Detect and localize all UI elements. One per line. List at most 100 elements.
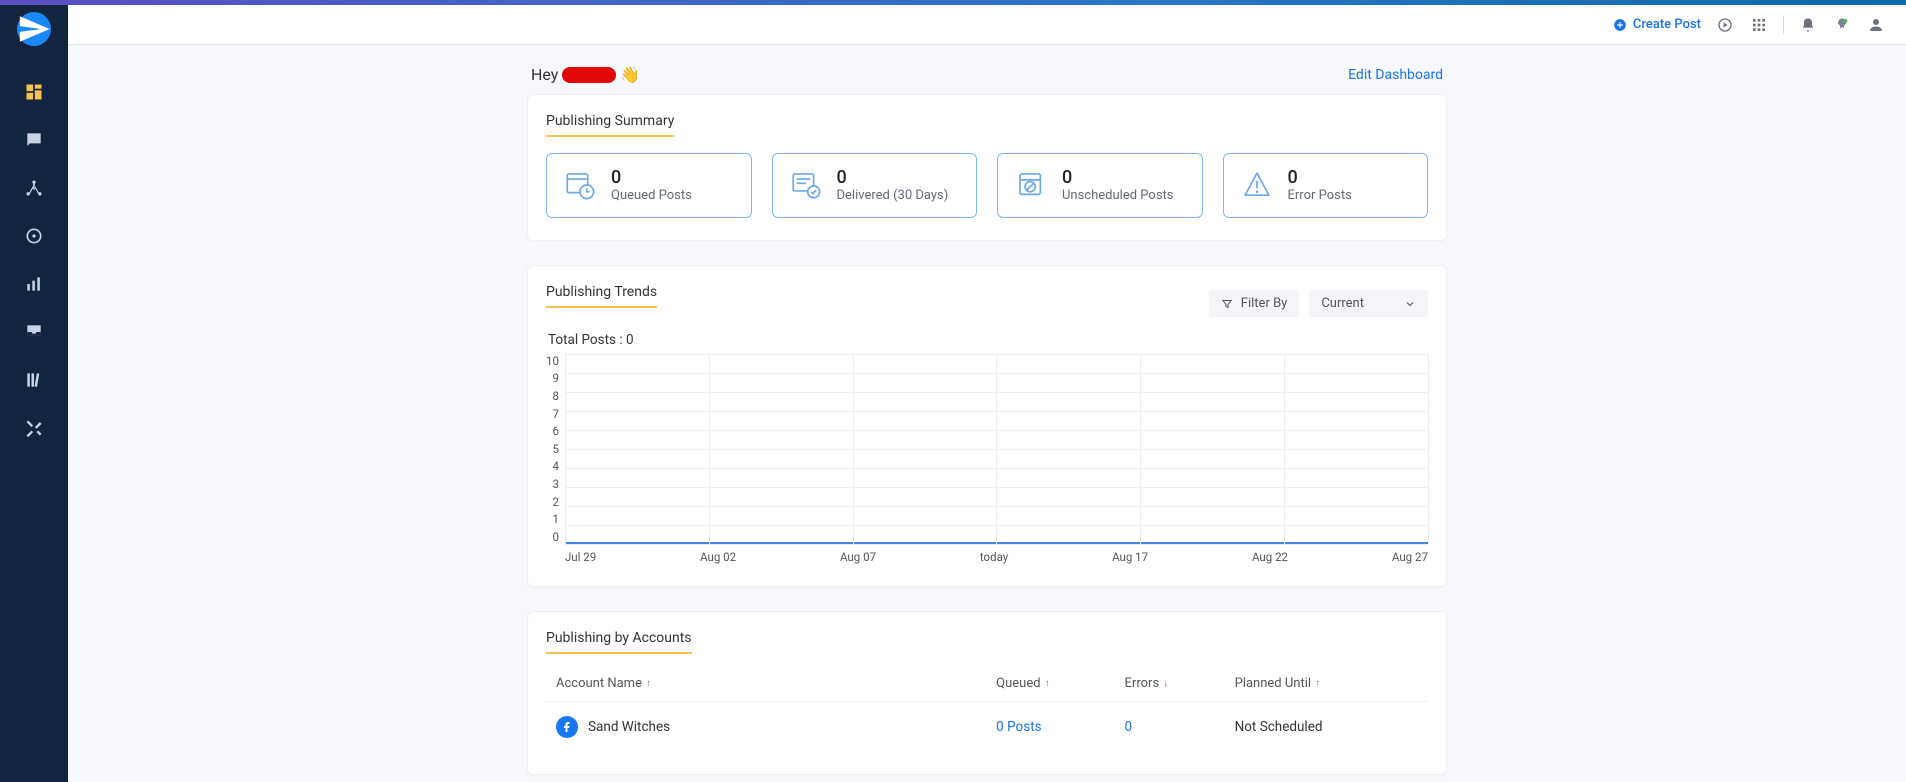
range-select[interactable]: Current: [1309, 290, 1428, 317]
paper-plane-icon: [17, 12, 51, 46]
publishing-accounts-card: Publishing by Accounts Account Name ↑ Qu…: [527, 611, 1447, 775]
target-icon: [24, 226, 44, 246]
unscheduled-label: Unscheduled Posts: [1062, 188, 1174, 203]
summary-card-unscheduled[interactable]: 0 Unscheduled Posts: [997, 153, 1203, 218]
app-root: Create Post: [0, 0, 1906, 782]
filter-by-label: Filter By: [1241, 296, 1288, 311]
table-row[interactable]: Sand Witches 0 Posts 0 Not Scheduled: [546, 701, 1428, 752]
x-tick: Aug 07: [840, 550, 876, 564]
notifications-button[interactable]: [1798, 15, 1818, 35]
col-errors[interactable]: Errors ↓: [1125, 676, 1235, 691]
filter-icon: [1221, 298, 1233, 310]
summary-cards-row: 0 Queued Posts 0 Delivered (30 Days): [546, 153, 1428, 218]
sidebar-item-dashboard[interactable]: [14, 72, 54, 112]
apps-button[interactable]: [1749, 15, 1769, 35]
filter-by-button[interactable]: Filter By: [1209, 290, 1300, 317]
inbox-icon: [24, 322, 44, 342]
network-icon: [24, 178, 44, 198]
facebook-icon: [561, 721, 573, 733]
planned-cell: Not Scheduled: [1235, 719, 1418, 735]
y-tick: 0: [552, 530, 558, 544]
x-tick: Jul 29: [565, 550, 596, 564]
publishing-accounts-title: Publishing by Accounts: [546, 630, 692, 654]
summary-card-queued[interactable]: 0 Queued Posts: [546, 153, 752, 218]
top-header: Create Post: [68, 5, 1906, 45]
summary-card-errors[interactable]: 0 Error Posts: [1223, 153, 1429, 218]
create-post-label: Create Post: [1633, 17, 1701, 32]
sidebar-item-inbox[interactable]: [14, 312, 54, 352]
col-errors-label: Errors: [1125, 676, 1160, 691]
delivered-value: 0: [837, 168, 949, 188]
y-tick: 8: [552, 389, 558, 403]
dashboard-icon: [24, 82, 44, 102]
y-tick: 5: [552, 442, 558, 456]
greeting-prefix: Hey: [531, 65, 558, 84]
rocket-button[interactable]: [1832, 15, 1852, 35]
person-icon: [1867, 16, 1885, 34]
y-tick: 7: [552, 407, 558, 421]
y-tick: 10: [546, 354, 559, 368]
col-planned-label: Planned Until: [1235, 676, 1311, 691]
unscheduled-value: 0: [1062, 168, 1174, 188]
total-posts-label: Total Posts : 0: [548, 332, 1428, 348]
col-account-name[interactable]: Account Name ↑: [556, 676, 996, 691]
tools-icon: [24, 418, 44, 438]
sidebar-item-messages[interactable]: [14, 120, 54, 160]
warning-icon: [1240, 168, 1274, 202]
publishing-summary-title: Publishing Summary: [546, 113, 674, 137]
create-post-button[interactable]: Create Post: [1613, 17, 1701, 32]
accounts-table-header: Account Name ↑ Queued ↑ Errors ↓ Plann: [546, 670, 1428, 701]
y-tick: 2: [552, 495, 558, 509]
facebook-badge: [556, 716, 578, 738]
sidebar-item-target[interactable]: [14, 216, 54, 256]
redacted-name: [562, 67, 616, 83]
bar-chart-icon: [24, 274, 44, 294]
y-tick: 4: [552, 459, 558, 473]
delivered-icon: [789, 168, 823, 202]
col-queued[interactable]: Queued ↑: [996, 676, 1124, 691]
sidebar-item-library[interactable]: [14, 360, 54, 400]
content-scroll[interactable]: Hey 👋 Edit Dashboard Publishing Summary: [68, 45, 1906, 782]
col-account-name-label: Account Name: [556, 676, 642, 691]
range-selected-label: Current: [1321, 296, 1364, 311]
plus-circle-icon: [1613, 18, 1627, 32]
account-cell: Sand Witches: [556, 716, 996, 738]
y-tick: 3: [552, 477, 558, 491]
queued-label: Queued Posts: [611, 188, 692, 203]
chart-y-axis: 109876543210: [546, 354, 565, 544]
app-logo[interactable]: [17, 12, 51, 46]
play-button[interactable]: [1715, 15, 1735, 35]
sidebar: [0, 0, 68, 782]
trends-header-row: Publishing Trends Filter By Current: [546, 284, 1428, 324]
profile-button[interactable]: [1866, 15, 1886, 35]
sort-asc-icon: ↑: [1315, 678, 1320, 689]
sidebar-item-analytics[interactable]: [14, 264, 54, 304]
y-tick: 6: [552, 424, 558, 438]
sidebar-item-connect[interactable]: [14, 168, 54, 208]
delivered-label: Delivered (30 Days): [837, 188, 949, 203]
chart-x-axis: Jul 29Aug 02Aug 07todayAug 17Aug 22Aug 2…: [565, 550, 1428, 564]
errors-cell[interactable]: 0: [1125, 719, 1235, 735]
edit-dashboard-link[interactable]: Edit Dashboard: [1348, 67, 1443, 83]
sort-asc-icon: ↑: [646, 678, 651, 689]
chart-plot-area: Jul 29Aug 02Aug 07todayAug 17Aug 22Aug 2…: [565, 354, 1428, 564]
greeting-row: Hey 👋 Edit Dashboard: [531, 65, 1443, 84]
x-tick: Aug 27: [1392, 550, 1428, 564]
errors-label: Error Posts: [1288, 188, 1352, 203]
y-tick: 9: [552, 371, 558, 385]
bell-icon: [1800, 17, 1816, 33]
x-tick: Aug 22: [1252, 550, 1288, 564]
publishing-trends-title: Publishing Trends: [546, 284, 657, 308]
summary-card-delivered[interactable]: 0 Delivered (30 Days): [772, 153, 978, 218]
col-planned[interactable]: Planned Until ↑: [1235, 676, 1418, 691]
rocket-icon: [1834, 17, 1850, 33]
sort-asc-icon: ↑: [1045, 678, 1050, 689]
errors-value: 0: [1288, 168, 1352, 188]
queued-cell[interactable]: 0 Posts: [996, 719, 1124, 735]
grid-icon: [1751, 17, 1767, 33]
y-tick: 1: [552, 512, 558, 526]
x-tick: today: [980, 550, 1008, 564]
sidebar-item-settings[interactable]: [14, 408, 54, 448]
wave-emoji: 👋: [620, 65, 640, 84]
sort-desc-icon: ↓: [1163, 678, 1168, 689]
